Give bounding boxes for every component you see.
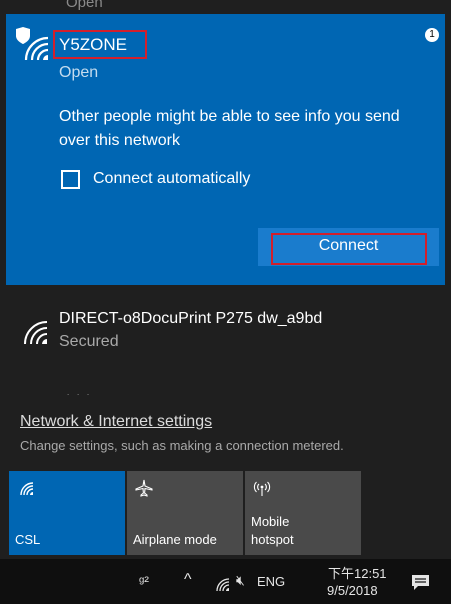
network-ssid: Y5ZONE xyxy=(59,35,128,54)
airplane-mode-quick-action[interactable]: Airplane mode xyxy=(127,471,243,555)
notification-count-badge: 1 xyxy=(425,28,439,42)
speaker-muted-icon[interactable]: 🔇︎ xyxy=(236,572,245,589)
taskbar: ᵍ² ^ 🔇︎ ENG 下午12:51 9/5/2018 xyxy=(0,559,451,604)
network-settings-link[interactable]: Network & Internet settings xyxy=(20,413,212,431)
clock-date[interactable]: 9/5/2018 xyxy=(327,583,378,598)
connect-automatically-checkbox[interactable] xyxy=(61,170,80,189)
clock-time[interactable]: 下午12:51 xyxy=(328,563,387,582)
secured-wifi-icon xyxy=(16,27,49,61)
network-status: Open xyxy=(59,64,99,81)
network-settings-description: Change settings, such as making a connec… xyxy=(20,438,344,453)
wifi-icon xyxy=(24,321,48,345)
chevron-up-icon[interactable]: ^ xyxy=(184,571,192,589)
airplane-icon xyxy=(135,479,153,497)
wifi-icon xyxy=(20,482,34,496)
other-network-status: Secured xyxy=(59,333,119,350)
hotspot-icon xyxy=(253,481,271,496)
mobile-hotspot-quick-action[interactable]: Mobile hotspot xyxy=(245,471,361,555)
wifi-quick-action[interactable]: CSL xyxy=(9,471,125,555)
other-network-name[interactable]: DIRECT-o8DocuPrint P275 dw_a9bd xyxy=(59,310,322,328)
cutoff-network-item[interactable]: · · · xyxy=(66,381,156,395)
language-indicator[interactable]: ENG xyxy=(257,574,285,589)
mobile-hotspot-label: Mobile hotspot xyxy=(251,514,294,547)
connect-button-label[interactable]: Connect xyxy=(258,237,439,255)
wifi-icon[interactable] xyxy=(213,575,230,592)
people-icon[interactable]: ᵍ² xyxy=(139,573,149,589)
wifi-quick-action-label: CSL xyxy=(15,532,41,547)
connect-automatically-label[interactable]: Connect automatically xyxy=(93,170,250,188)
previous-network-status: Open xyxy=(66,0,103,11)
previous-network-item[interactable]: Open xyxy=(0,0,451,14)
airplane-mode-label: Airplane mode xyxy=(133,532,217,547)
action-center-icon[interactable] xyxy=(411,574,430,591)
network-warning-text: Other people might be able to see info y… xyxy=(59,108,400,149)
